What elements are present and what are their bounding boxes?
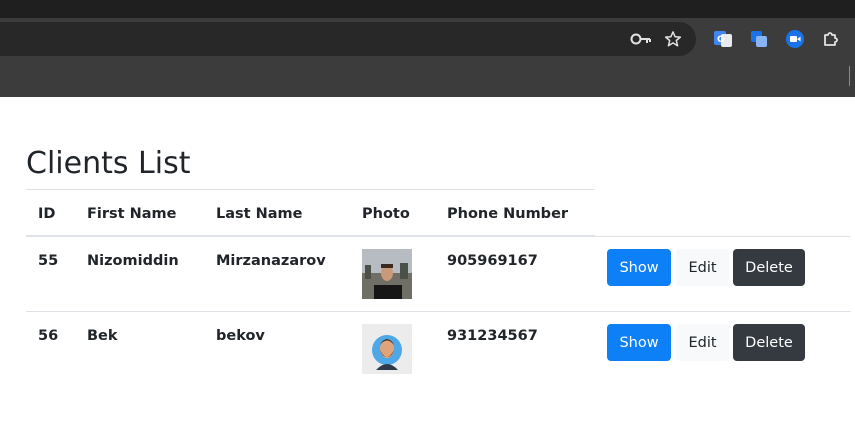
address-bar[interactable] <box>0 22 696 56</box>
svg-text:G: G <box>717 35 724 45</box>
header-photo: Photo <box>362 206 410 222</box>
row-divider <box>26 311 851 312</box>
header-id: ID <box>38 206 56 222</box>
page-title: Clients List <box>26 146 191 181</box>
cell-id: 56 <box>38 328 59 344</box>
edit-button[interactable]: Edit <box>676 324 729 361</box>
table-header-border-extension <box>595 236 850 237</box>
edit-button[interactable]: Edit <box>676 249 729 286</box>
google-translate-icon[interactable]: G <box>711 27 735 51</box>
puzzle-extensions-icon[interactable] <box>819 27 843 51</box>
cell-phone-number: 905969167 <box>447 253 538 269</box>
key-icon[interactable] <box>629 27 653 51</box>
header-phone-number: Phone Number <box>447 206 569 222</box>
cell-id: 55 <box>38 253 59 269</box>
bookmarks-separator <box>849 66 850 86</box>
client-avatar <box>362 324 412 374</box>
delete-button[interactable]: Delete <box>733 324 805 361</box>
cell-first-name: Nizomiddin <box>87 253 179 269</box>
cell-last-name: Mirzanazarov <box>216 253 326 269</box>
bookmarks-bar <box>0 57 855 97</box>
header-first-name: First Name <box>87 206 177 222</box>
cell-last-name: bekov <box>216 328 265 344</box>
header-last-name: Last Name <box>216 206 303 222</box>
cell-first-name: Bek <box>87 328 118 344</box>
table-top-border <box>26 189 595 190</box>
video-camera-icon[interactable] <box>783 27 807 51</box>
table-header-border <box>26 235 595 237</box>
translator-icon[interactable] <box>747 27 771 51</box>
show-button[interactable]: Show <box>607 324 671 361</box>
delete-button[interactable]: Delete <box>733 249 805 286</box>
show-button[interactable]: Show <box>607 249 671 286</box>
cell-phone-number: 931234567 <box>447 328 538 344</box>
browser-tabstrip <box>0 0 855 18</box>
star-icon[interactable] <box>661 27 685 51</box>
client-photo <box>362 249 412 299</box>
